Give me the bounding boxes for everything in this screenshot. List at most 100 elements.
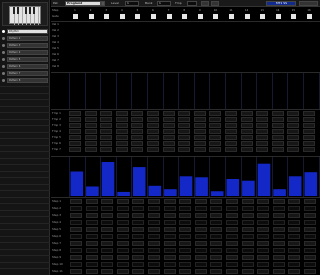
value-cell[interactable] <box>100 64 112 69</box>
value-cell[interactable] <box>210 241 223 246</box>
value-cell[interactable] <box>147 141 159 146</box>
value-cell[interactable] <box>147 111 159 116</box>
value-cell[interactable] <box>179 227 192 232</box>
value-cell[interactable] <box>179 199 192 204</box>
value-cell[interactable] <box>303 129 315 134</box>
value-cell[interactable] <box>287 111 300 116</box>
step-toggle[interactable] <box>104 14 110 19</box>
level-field[interactable]: 1 <box>125 1 139 6</box>
value-cell[interactable] <box>193 135 206 140</box>
value-cell[interactable] <box>226 269 238 274</box>
value-cell[interactable] <box>194 58 206 63</box>
value-cell[interactable] <box>85 269 98 274</box>
value-cell[interactable] <box>272 241 285 246</box>
value-cell[interactable] <box>209 64 221 69</box>
value-cell[interactable] <box>241 52 253 57</box>
value-cell[interactable] <box>147 28 159 33</box>
track-item[interactable]: Pattern 2 <box>0 35 50 41</box>
value-cell[interactable] <box>100 147 113 152</box>
value-cell[interactable] <box>163 234 176 239</box>
value-cell[interactable] <box>240 147 253 152</box>
value-cell[interactable] <box>116 248 129 253</box>
value-cell[interactable] <box>148 199 160 204</box>
value-cell[interactable] <box>210 206 223 211</box>
value-cell[interactable] <box>241 248 254 253</box>
value-cell[interactable] <box>272 40 284 45</box>
toolbar-button-a[interactable] <box>201 1 209 6</box>
value-cell[interactable] <box>257 234 270 239</box>
value-cell[interactable] <box>163 206 176 211</box>
value-cell[interactable] <box>116 241 129 246</box>
value-cell[interactable] <box>101 213 114 218</box>
value-cell[interactable] <box>272 46 284 51</box>
value-cell[interactable] <box>162 111 175 116</box>
value-cell[interactable] <box>209 123 222 128</box>
value-cell[interactable] <box>209 28 221 33</box>
value-cell[interactable] <box>85 227 98 232</box>
value-cell[interactable] <box>194 255 207 260</box>
value-cell[interactable] <box>304 220 316 225</box>
value-cell[interactable] <box>132 206 145 211</box>
value-cell[interactable] <box>100 34 112 39</box>
step-velocity-bar[interactable] <box>273 189 286 196</box>
value-cell[interactable] <box>101 269 114 274</box>
value-cell[interactable] <box>100 28 112 33</box>
value-cell[interactable] <box>116 262 129 267</box>
value-cell[interactable] <box>303 40 315 45</box>
value-cell[interactable] <box>272 52 284 57</box>
value-cell[interactable] <box>225 111 237 116</box>
value-cell[interactable] <box>257 199 270 204</box>
value-cell[interactable] <box>148 234 160 239</box>
bank-display[interactable]: MT1 SS <box>266 1 296 6</box>
value-cell[interactable] <box>101 241 114 246</box>
value-cell[interactable] <box>101 227 114 232</box>
value-cell[interactable] <box>131 22 143 27</box>
value-cell[interactable] <box>256 64 268 69</box>
value-cell[interactable] <box>225 22 237 27</box>
value-cell[interactable] <box>131 40 143 45</box>
value-cell[interactable] <box>147 58 159 63</box>
value-cell[interactable] <box>225 147 237 152</box>
value-cell[interactable] <box>226 241 238 246</box>
step-toggle[interactable] <box>135 14 141 19</box>
value-cell[interactable] <box>287 64 299 69</box>
value-cell[interactable] <box>178 22 190 27</box>
value-cell[interactable] <box>148 241 160 246</box>
value-cell[interactable] <box>241 262 254 267</box>
value-cell[interactable] <box>193 117 206 122</box>
value-cell[interactable] <box>256 129 269 134</box>
value-cell[interactable] <box>147 52 159 57</box>
step-toggle[interactable] <box>73 14 78 19</box>
value-cell[interactable] <box>85 22 97 27</box>
value-cell[interactable] <box>179 262 192 267</box>
tempo-field[interactable] <box>187 1 197 6</box>
value-cell[interactable] <box>85 58 97 63</box>
value-cell[interactable] <box>163 28 175 33</box>
value-cell[interactable] <box>241 64 253 69</box>
step-toggle[interactable] <box>307 14 312 19</box>
value-cell[interactable] <box>287 28 299 33</box>
pattern-dropdown-button[interactable] <box>101 1 105 6</box>
value-cell[interactable] <box>101 262 114 267</box>
value-cell[interactable] <box>210 262 223 267</box>
value-cell[interactable] <box>100 111 113 116</box>
value-cell[interactable] <box>256 111 269 116</box>
value-cell[interactable] <box>304 227 316 232</box>
value-cell[interactable] <box>178 34 190 39</box>
value-cell[interactable] <box>256 135 269 140</box>
value-cell[interactable] <box>272 248 285 253</box>
step-toggle[interactable] <box>291 14 297 19</box>
value-cell[interactable] <box>69 58 81 63</box>
value-cell[interactable] <box>162 147 175 152</box>
value-cell[interactable] <box>272 199 285 204</box>
value-cell[interactable] <box>257 206 270 211</box>
value-cell[interactable] <box>69 28 81 33</box>
value-cell[interactable] <box>178 147 191 152</box>
value-cell[interactable] <box>194 248 207 253</box>
value-cell[interactable] <box>209 52 221 57</box>
value-cell[interactable] <box>100 141 113 146</box>
step-toggle[interactable] <box>182 14 188 19</box>
value-cell[interactable] <box>85 199 98 204</box>
value-cell[interactable] <box>70 248 82 253</box>
value-cell[interactable] <box>178 58 190 63</box>
